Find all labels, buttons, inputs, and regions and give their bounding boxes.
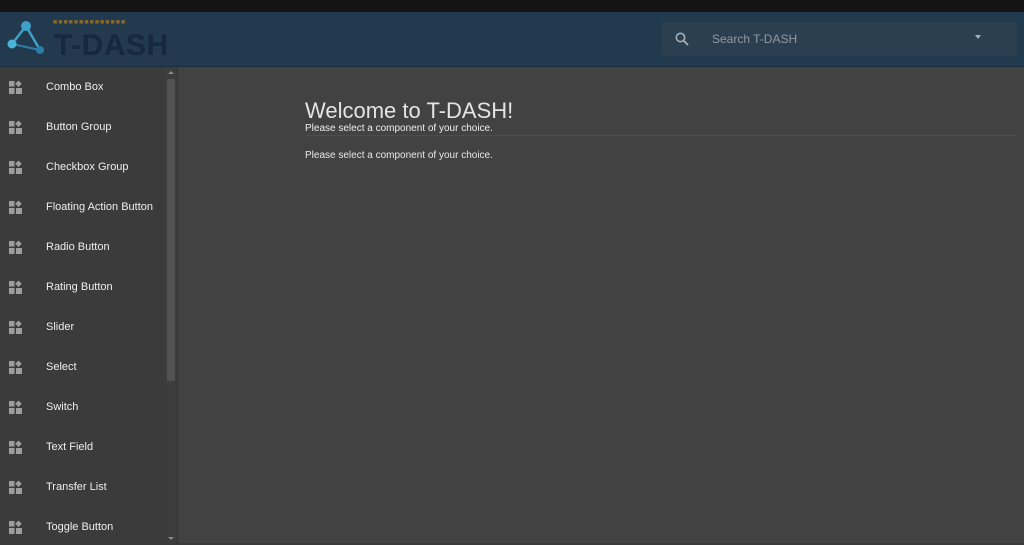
scrollbar-thumb[interactable] [167,79,175,381]
sidebar-item-label: Radio Button [46,241,110,253]
sidebar-item-label: Switch [46,401,79,413]
widgets-icon [9,200,22,214]
widgets-icon [9,400,22,414]
sidebar-item-toggle-button[interactable]: Toggle Button [0,507,165,545]
chevron-down-icon[interactable] [975,35,981,39]
widgets-icon [9,280,22,294]
page-title: Welcome to T-DASH! [305,98,514,123]
sidebar-item-transfer-list[interactable]: Transfer List [0,467,165,507]
widgets-icon [9,160,22,174]
sidebar-item-label: Transfer List [46,481,107,493]
widgets-icon [9,440,22,454]
sidebar-item-label: Text Field [46,441,94,453]
sidebar-item-label: Button Group [46,121,112,133]
sidebar-item-select[interactable]: Select [0,347,165,387]
main-content: Welcome to T-DASH! Please select a compo… [179,67,1024,545]
widgets-icon [9,320,22,334]
sidebar-item-combo-box[interactable]: Combo Box [0,67,165,107]
sidebar-item-rating-button[interactable]: Rating Button [0,267,165,307]
scroll-down-arrow-icon[interactable] [168,537,174,540]
app-title: T-DASH [54,29,169,62]
divider [305,135,1017,136]
sidebar-item-label: Checkbox Group [46,161,129,173]
sidebar-item-text-field[interactable]: Text Field [0,427,165,467]
sidebar-item-label: Toggle Button [46,521,114,533]
widgets-icon [9,240,22,254]
sidebar: Combo Box Button Group Checkbox Group Fl… [0,67,178,545]
search-box[interactable] [662,22,1017,56]
widgets-icon [9,360,22,374]
sidebar-item-label: Select [46,361,77,373]
widgets-icon [9,120,22,134]
sidebar-item-floating-action-button[interactable]: Floating Action Button [0,187,165,227]
app-bar: ■■■■■■■■■■■■■■ T-DASH [0,12,1024,67]
sidebar-item-label: Slider [46,321,75,333]
page-subtitle: Please select a component of your choice… [305,123,493,134]
app-logo[interactable]: ■■■■■■■■■■■■■■ T-DASH [4,16,169,64]
sidebar-item-switch[interactable]: Switch [0,387,165,427]
sidebar-item-label: Rating Button [46,281,113,293]
sidebar-item-checkbox-group[interactable]: Checkbox Group [0,147,165,187]
scroll-up-arrow-icon[interactable] [168,71,174,74]
sidebar-item-button-group[interactable]: Button Group [0,107,165,147]
sidebar-item-slider[interactable]: Slider [0,307,165,347]
page-body-text: Please select a component of your choice… [305,150,493,161]
network-logo-icon [7,21,44,54]
sidebar-item-label: Floating Action Button [46,201,154,213]
widgets-icon [9,80,22,94]
search-input[interactable] [712,22,972,56]
sidebar-item-label: Combo Box [46,81,104,93]
logo-tagline: ■■■■■■■■■■■■■■ [53,19,127,26]
sidebar-item-radio-button[interactable]: Radio Button [0,227,165,267]
window-top-strip [0,0,1024,12]
widgets-icon [9,480,22,494]
widgets-icon [9,520,22,534]
search-icon [675,32,689,46]
